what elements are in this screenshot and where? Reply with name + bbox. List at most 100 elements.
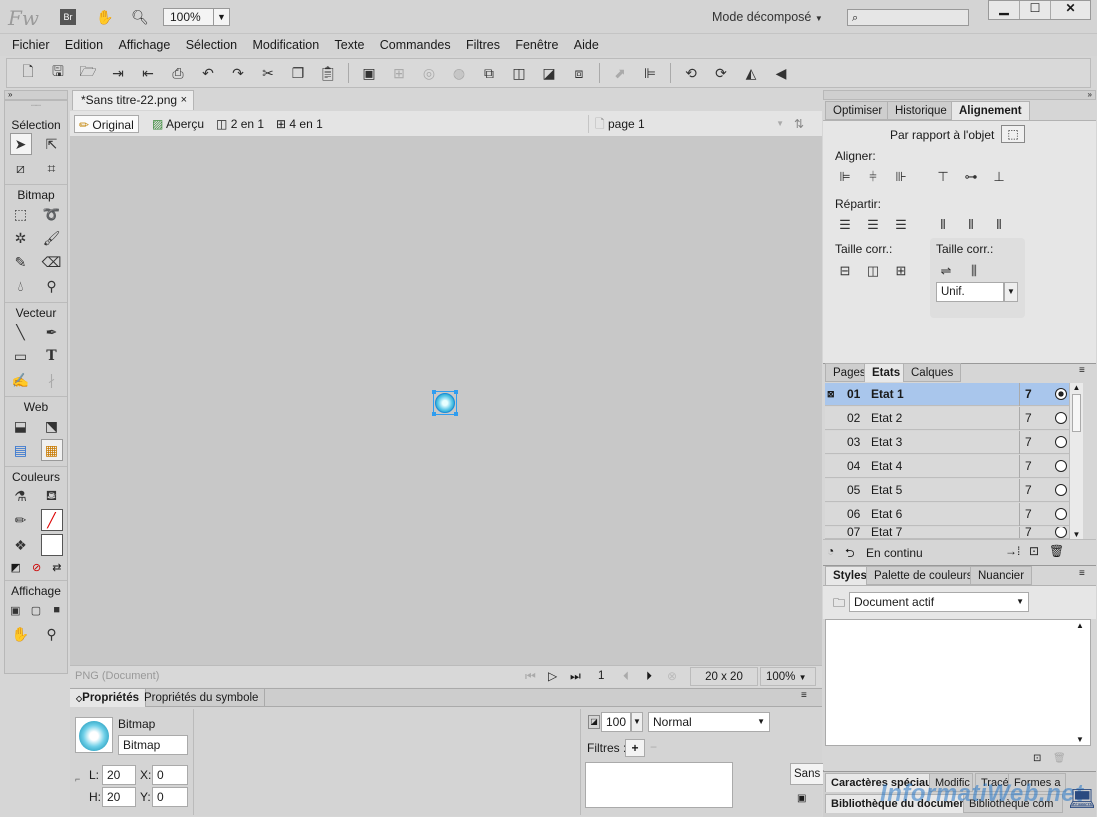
blur-tool-icon[interactable]: 💧︎ <box>10 275 32 297</box>
zoom-icon[interactable]: 🔍︎ <box>129 6 151 28</box>
fullscreen-icon[interactable]: ■ <box>46 599 67 621</box>
pen-tool-icon[interactable]: ✒ <box>41 321 63 343</box>
knife-tool-icon[interactable]: ∤ <box>41 369 63 391</box>
state-row[interactable]: 03 Etat 3 7 <box>825 431 1069 454</box>
filters-list[interactable] <box>585 762 733 808</box>
chevron-down-icon[interactable]: ▼ <box>1004 282 1018 302</box>
menu-view[interactable]: Affichage <box>112 34 176 56</box>
search-input[interactable]: ⌕ <box>847 9 969 26</box>
view-original-button[interactable]: ✏ Original <box>74 115 139 133</box>
undo-icon[interactable]: ↶ <box>195 62 221 84</box>
tab-layers[interactable]: Calques <box>903 363 962 382</box>
pathfinder-icon[interactable]: ⬈ <box>607 62 633 84</box>
zoom-select[interactable]: 100% ▼ <box>163 8 230 26</box>
space-vertical-icon[interactable]: ⇌ <box>936 262 956 280</box>
spacing-mode-select[interactable]: Unif. <box>936 282 1004 302</box>
tab-properties[interactable]: ◇Propriétés <box>70 689 147 707</box>
lock-proportions-icon[interactable]: ⌐ <box>75 774 80 784</box>
menu-select[interactable]: Sélection <box>180 34 243 56</box>
menu-commands[interactable]: Commandes <box>374 34 457 56</box>
exit-bitmap-icon[interactable]: ⊗ <box>667 669 677 683</box>
swap-colors-icon[interactable]: ⇄ <box>52 561 61 574</box>
opacity-field[interactable]: 100 <box>601 712 631 732</box>
align-middle-icon[interactable]: ⊶ <box>961 168 981 186</box>
state-delay[interactable]: 7 <box>1019 527 1032 538</box>
join-icon[interactable]: ◎ <box>416 62 442 84</box>
group-icon[interactable]: ▣ <box>356 62 382 84</box>
save-icon[interactable]: 🖫 <box>45 62 71 84</box>
default-colors-icon[interactable]: ◩ <box>11 561 21 574</box>
flip-vertical-icon[interactable]: ◀ <box>768 62 794 84</box>
y-field[interactable]: 0 <box>152 787 188 807</box>
bring-front-icon[interactable]: ⧉ <box>476 62 502 84</box>
previous-frame-icon[interactable]: ⏴ <box>623 669 629 684</box>
styles-source-select[interactable]: Document actif ▼ <box>849 592 1029 612</box>
distribute-left-icon[interactable]: ⫴ <box>933 216 953 234</box>
font-button[interactable]: Sans <box>790 763 825 785</box>
right-panel-header[interactable]: » <box>823 90 1096 100</box>
panel-resize-icon[interactable]: ▣ <box>797 793 806 804</box>
ungroup-icon[interactable]: ⊞ <box>386 62 412 84</box>
panel-menu-icon[interactable]: ≡ <box>1079 568 1085 579</box>
tab-symbol-properties[interactable]: Propriétés du symbole <box>138 689 266 707</box>
selection-handle[interactable] <box>432 412 436 416</box>
magic-wand-icon[interactable]: ✲ <box>10 227 32 249</box>
eraser-tool-icon[interactable]: ⌫ <box>41 251 63 273</box>
paste-icon[interactable]: 📋︎ <box>315 62 341 84</box>
import-icon[interactable]: ⇥ <box>105 62 131 84</box>
play-icon[interactable]: ▷ <box>548 669 557 683</box>
scroll-down-icon[interactable]: ▼ <box>1076 735 1084 744</box>
delete-style-icon[interactable]: 🗑︎ <box>1053 753 1066 764</box>
fill-swatch[interactable] <box>40 534 63 556</box>
bridge-button[interactable]: Br <box>60 9 76 25</box>
close-button[interactable]: ✕ <box>1051 1 1090 19</box>
redo-icon[interactable]: ↷ <box>225 62 251 84</box>
state-delay[interactable]: 7 <box>1019 431 1032 454</box>
crop-tool-icon[interactable]: ⌗ <box>41 157 63 179</box>
text-tool-icon[interactable]: T <box>41 345 63 367</box>
loop-icon[interactable]: ⮌ <box>845 544 855 565</box>
view-preview-button[interactable]: ▨ Aperçu <box>148 115 208 133</box>
eyedropper-tool-icon[interactable]: ⚗ <box>10 485 32 507</box>
state-radio[interactable] <box>1055 460 1067 472</box>
selection-handle[interactable] <box>454 390 458 394</box>
distribute-to-states-icon[interactable]: →⁞ <box>1005 544 1020 558</box>
page-selector[interactable]: 🗋 page 1 ▼ <box>588 115 788 133</box>
canvas-area[interactable] <box>70 137 822 665</box>
menu-text[interactable]: Texte <box>329 34 371 56</box>
state-delay[interactable]: 7 <box>1019 383 1032 406</box>
panel-menu-icon[interactable]: ≡ <box>1079 365 1085 376</box>
page-options-icon[interactable]: ⇅ <box>790 115 808 133</box>
align-top-icon[interactable]: ⊤ <box>933 168 953 186</box>
copy-icon[interactable]: ❐ <box>285 62 311 84</box>
state-delay[interactable]: 7 <box>1019 503 1032 526</box>
cut-icon[interactable]: ✂ <box>255 62 281 84</box>
export-icon[interactable]: ⇤ <box>135 62 161 84</box>
selection-handle[interactable] <box>454 412 458 416</box>
stamp-tool-icon[interactable]: ⚲ <box>41 275 63 297</box>
tools-panel-header[interactable]: » <box>4 90 68 100</box>
menu-edit[interactable]: Edition <box>59 34 109 56</box>
add-filter-button[interactable]: + <box>625 739 645 757</box>
tab-swatches[interactable]: Nuancier <box>970 566 1033 585</box>
next-frame-icon[interactable]: ⏵ <box>646 669 652 684</box>
state-delay[interactable]: 7 <box>1019 479 1032 502</box>
hide-slices-icon[interactable]: ▤ <box>10 439 32 461</box>
menu-window[interactable]: Fenêtre <box>509 34 564 56</box>
distribute-center-icon[interactable]: ☰ <box>863 216 883 234</box>
freeform-tool-icon[interactable]: ✍ <box>10 369 32 391</box>
line-tool-icon[interactable]: ╲ <box>10 321 32 343</box>
close-tab-icon[interactable]: × <box>181 91 187 110</box>
distribute-top-icon[interactable]: ☰ <box>835 216 855 234</box>
state-radio[interactable] <box>1055 412 1067 424</box>
bring-forward-icon[interactable]: ◫ <box>506 62 532 84</box>
slice-tool-icon[interactable]: ⬔ <box>41 415 63 437</box>
rotate-ccw-icon[interactable]: ⟲ <box>678 62 704 84</box>
grip-icon[interactable]: ┈┈ <box>5 101 67 111</box>
state-radio[interactable] <box>1055 436 1067 448</box>
standard-screen-icon[interactable]: ▣ <box>5 599 26 621</box>
pencil-tool-icon[interactable]: ✎ <box>10 251 32 273</box>
align-center-h-icon[interactable]: ⫩ <box>863 168 883 186</box>
scroll-down-icon[interactable]: ▼ <box>1070 530 1083 539</box>
state-radio[interactable] <box>1055 388 1067 400</box>
